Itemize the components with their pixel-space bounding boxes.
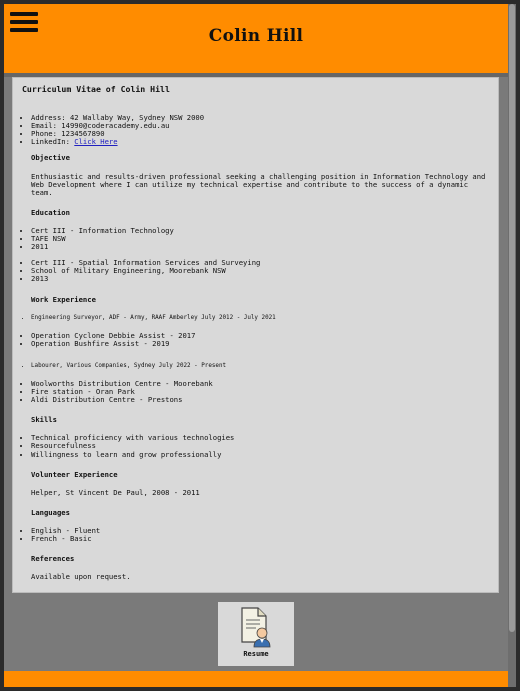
list-item: Cert III - Information Technology bbox=[31, 226, 489, 235]
list-item: French - Basic bbox=[31, 534, 489, 543]
cv-heading: Curriculum Vitae of Colin Hill bbox=[22, 84, 170, 94]
volunteer-text: Helper, St Vincent De Paul, 2008 - 2011 bbox=[31, 487, 200, 497]
list-item: 2011 bbox=[31, 243, 489, 251]
languages-list: English - Fluent French - Basic bbox=[22, 526, 489, 543]
linkedin-link[interactable]: Click Here bbox=[74, 137, 117, 146]
page-title: Colin Hill bbox=[208, 26, 304, 46]
scrollbar-thumb[interactable] bbox=[509, 4, 515, 632]
resume-document-person-icon bbox=[241, 607, 271, 648]
resume-button[interactable]: Resume bbox=[218, 602, 294, 666]
work-job-2: Labourer, Various Companies, Sydney July… bbox=[22, 362, 489, 370]
education-list-1: Cert III - Information Technology TAFE N… bbox=[22, 226, 489, 251]
objective-text: Enthusiastic and results-driven professi… bbox=[31, 171, 486, 197]
cv-panel: Curriculum Vitae of Colin Hill Address: … bbox=[12, 77, 499, 593]
section-skills-heading: Skills bbox=[31, 415, 57, 425]
linkedin-label: LinkedIn: bbox=[31, 137, 75, 147]
section-work-heading: Work Experience bbox=[31, 294, 96, 304]
skills-list: Technical proficiency with various techn… bbox=[22, 434, 489, 458]
list-item: Willingness to learn and grow profession… bbox=[31, 450, 489, 459]
section-languages-heading: Languages bbox=[31, 507, 70, 517]
app-window: Colin Hill Curriculum Vitae of Colin Hil… bbox=[4, 4, 516, 687]
job-title: Labourer, Various Companies, Sydney July… bbox=[31, 362, 489, 370]
section-objective-heading: Objective bbox=[31, 153, 70, 163]
list-item: School of Military Engineering, Mooreban… bbox=[31, 267, 489, 275]
header-bar: Colin Hill bbox=[4, 4, 508, 73]
work-job-1: Engineering Surveyor, ADF - Army, RAAF A… bbox=[22, 314, 489, 322]
section-volunteer-heading: Volunteer Experience bbox=[31, 469, 118, 479]
list-item: Operation Bushfire Assist - 2019 bbox=[31, 339, 489, 348]
list-item: Technical proficiency with various techn… bbox=[31, 434, 489, 442]
list-item: English - Fluent bbox=[31, 526, 489, 535]
section-references-heading: References bbox=[31, 554, 75, 564]
work-job-2-items: Woolworths Distribution Centre - Mooreba… bbox=[22, 379, 489, 404]
references-text: Available upon request. bbox=[31, 572, 131, 582]
contact-list: Address: 42 Wallaby Way, Sydney NSW 2000… bbox=[22, 113, 489, 146]
contact-linkedin: LinkedIn: Click Here bbox=[31, 138, 489, 146]
vertical-scrollbar[interactable] bbox=[508, 4, 516, 687]
list-item: Aldi Distribution Centre - Prestons bbox=[31, 396, 489, 404]
list-item: TAFE NSW bbox=[31, 234, 489, 243]
work-job-1-items: Operation Cyclone Debbie Assist - 2017 O… bbox=[22, 331, 489, 348]
resume-label: Resume bbox=[243, 650, 269, 658]
footer-bar bbox=[4, 671, 508, 687]
section-education-heading: Education bbox=[31, 207, 70, 217]
list-item: 2013 bbox=[31, 275, 489, 283]
job-title: Engineering Surveyor, ADF - Army, RAAF A… bbox=[31, 314, 489, 322]
education-list-2: Cert III - Spatial Information Services … bbox=[22, 259, 489, 283]
